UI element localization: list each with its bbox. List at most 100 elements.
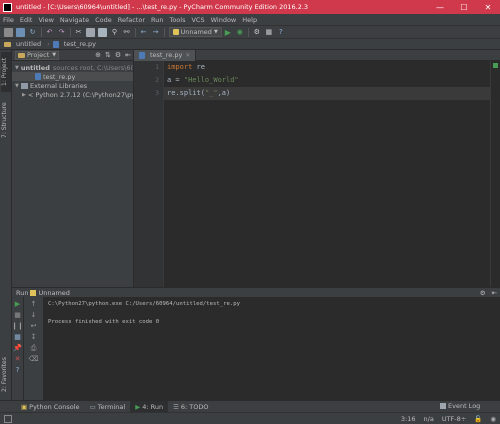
caret-position[interactable]: 3:16 [401,415,416,423]
back-icon[interactable]: ← [139,28,148,37]
collapse-icon[interactable]: ▶ [22,92,26,98]
code-line[interactable]: re.split("_",a) [164,87,490,100]
bottom-tab-run[interactable]: ▶ 4: Run [130,400,169,413]
stop-icon[interactable]: ■ [14,311,22,319]
line-separator[interactable]: n/a [424,415,434,423]
open-folder-icon[interactable] [4,27,13,37]
code-token: "Hello_World" [183,76,239,84]
rerun-icon[interactable]: ▶ [14,300,22,308]
lock-icon[interactable]: 🔓 [474,415,482,423]
toggle-tool-windows-icon[interactable] [4,414,12,423]
breadcrumb-project[interactable]: untitled [13,40,44,48]
close-icon[interactable]: ✕ [14,355,22,363]
copy-icon[interactable] [86,27,95,37]
file-encoding[interactable]: UTF-8÷ [442,415,466,423]
pause-icon[interactable]: ❙❙ [12,322,24,330]
code-editor[interactable]: import re a = "Hello_World" re.split("_",a… [164,61,490,287]
pycharm-logo-icon [3,2,12,12]
project-view-selector[interactable]: Project ▼ [15,50,60,60]
run-config-dropdown[interactable]: Unnamed ▼ [168,27,222,37]
close-tab-icon[interactable]: ✕ [185,52,190,59]
print-icon[interactable]: ⎙ [30,344,38,352]
menu-window[interactable]: Window [208,16,240,24]
help-icon[interactable]: ? [14,366,22,374]
menu-run[interactable]: Run [148,16,166,24]
pin-icon[interactable]: 📌 [13,344,22,352]
clear-all-icon[interactable]: ⌫ [29,355,39,363]
bottom-tab-python[interactable]: ▣ Python Console [16,401,85,413]
favorites-tool-tab[interactable]: 2: Favorites [1,355,11,395]
editor-tab-bar: test_re.py ✕ [134,49,500,61]
menu-refactor[interactable]: Refactor [115,16,148,24]
menu-tools[interactable]: Tools [166,16,188,24]
python-file-icon [52,40,59,48]
structure-tool-tab[interactable]: 7: Structure [1,100,11,140]
maximize-button[interactable]: ☐ [452,0,476,14]
bottom-tab-todo[interactable]: ☰ 6: TODO [168,401,213,413]
menu-code[interactable]: Code [92,16,115,24]
menu-view[interactable]: View [35,16,56,24]
tree-item[interactable]: ▼ untitled sources root, C:\Users\60 [12,63,133,72]
sync-icon[interactable]: ↻ [28,28,37,37]
bottom-tab-label: Terminal [97,402,126,411]
menu-file[interactable]: File [0,16,17,24]
close-button[interactable]: ✕ [476,0,500,14]
expand-icon[interactable]: ▼ [15,65,19,71]
debug-icon[interactable]: ◉ [235,28,244,37]
redo-icon[interactable]: ↷ [57,28,66,37]
scroll-up-icon[interactable]: ↑ [30,300,38,308]
tab-test-re[interactable]: test_re.py ✕ [134,49,197,61]
find-icon[interactable]: ⚲ [110,28,119,37]
undo-icon[interactable]: ↶ [45,28,54,37]
project-structure-icon[interactable]: ▦ [264,28,273,37]
gear-icon[interactable]: ⚙ [113,51,123,59]
replace-icon[interactable]: ⚯ [122,28,131,37]
menu-navigate[interactable]: Navigate [57,16,92,24]
project-panel-header: Project ▼ ⊕ ⇅ ⚙ ⇤ [12,50,133,61]
code-line[interactable]: a = "Hello_World" [164,74,490,87]
minimize-button[interactable]: — [428,0,452,14]
forward-icon[interactable]: → [151,28,160,37]
help-icon[interactable]: ? [276,28,285,37]
hide-icon[interactable]: ⇤ [489,289,500,297]
console-line: Process finished with exit code 0 [48,319,160,325]
menu-help[interactable]: Help [239,16,260,24]
breadcrumb-file[interactable]: test_re.py [61,40,99,48]
tree-item[interactable]: ▼ External Libraries [12,81,133,90]
hide-icon[interactable]: ⇤ [123,51,133,59]
bottom-tab-terminal[interactable]: ▭ Terminal [85,401,131,413]
inspector-icon[interactable]: ◉ [490,415,496,423]
tree-item[interactable]: ▶ < Python 2.7.12 (C:\Python27\pyt [12,90,133,99]
bottom-tab-label: 4: Run [142,402,164,411]
menu-edit[interactable]: Edit [17,16,36,24]
project-tool-tab[interactable]: 1: Project [1,52,11,92]
event-log-tab[interactable]: Event Log [440,401,480,411]
python-file-icon [139,51,145,59]
target-icon[interactable]: ⊕ [93,51,103,59]
run-icon[interactable]: ▶ [223,28,232,37]
code-line[interactable]: import re [164,61,490,74]
line-number: 2 [155,76,159,84]
tree-item[interactable]: test_re.py [12,72,133,81]
chevron-down-icon: ▼ [213,29,218,35]
run-icon: ▶ [135,402,141,411]
restore-layout-icon[interactable]: ▦ [14,333,22,341]
save-icon[interactable] [16,27,25,37]
run-console-output[interactable]: C:\Python27\python.exe C:/Users/60964/un… [44,297,500,400]
python-icon [30,289,37,296]
scroll-down-icon[interactable]: ↓ [30,311,38,319]
collapse-icon[interactable]: ⇅ [103,51,113,59]
toolbar-separator [69,27,71,37]
soft-wrap-icon[interactable]: ↩ [30,322,38,330]
editor-error-stripe[interactable] [490,61,500,287]
cut-icon[interactable]: ✂ [74,28,83,37]
settings-icon[interactable]: ⚙ [252,28,261,37]
gear-icon[interactable]: ⚙ [477,289,489,297]
event-log-icon [440,403,446,409]
tree-item-label: untitled [20,63,50,72]
python-icon [172,29,179,35]
paste-icon[interactable] [98,27,107,37]
scroll-to-end-icon[interactable]: ↧ [30,333,38,341]
menu-vcs[interactable]: VCS [188,16,207,24]
